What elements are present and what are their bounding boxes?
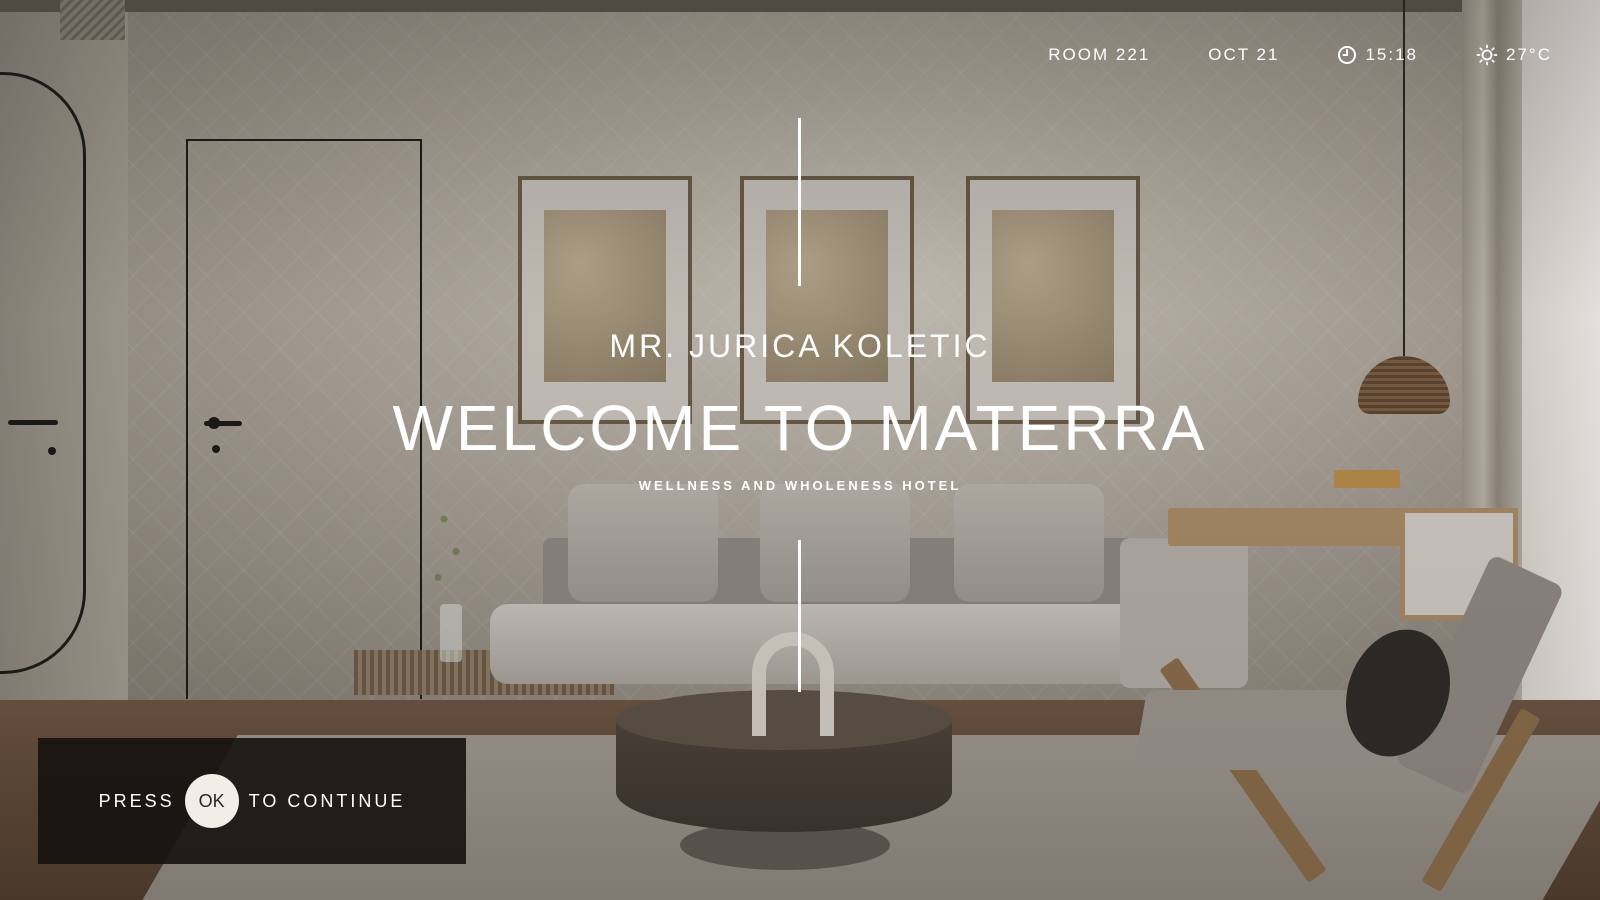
current-date: OCT 21 (1208, 45, 1279, 65)
hotel-tagline: WELLNESS AND WHOLENESS HOTEL (638, 478, 962, 493)
room-number: ROOM 221 (1048, 45, 1150, 65)
continue-suffix: TO CONTINUE (248, 790, 406, 811)
status-bar: ROOM 221 OCT 21 15:18 27°C (1048, 44, 1552, 66)
weather: 27°C (1476, 44, 1552, 66)
continue-prompt[interactable]: PRESS OK TO CONTINUE (38, 738, 466, 864)
date-label: OCT 21 (1208, 45, 1280, 64)
divider-line-bottom (798, 540, 801, 692)
clock-icon (1337, 45, 1357, 65)
room-number-label: ROOM 221 (1048, 45, 1151, 64)
continue-prefix: PRESS (98, 790, 175, 811)
divider-line-top (798, 118, 801, 286)
guest-name: MR. JURICA KOLETIC (609, 328, 991, 364)
sun-icon (1476, 44, 1498, 66)
ok-button[interactable]: OK (184, 774, 239, 828)
hotel-welcome-screen: ROOM 221 OCT 21 15:18 27°C MR. JURICA KO… (0, 0, 1600, 900)
welcome-title: WELCOME TO MATERRA (392, 392, 1208, 464)
temperature-label: 27°C (1506, 45, 1552, 64)
time-label: 15:18 (1365, 45, 1419, 64)
current-time: 15:18 (1337, 45, 1418, 65)
